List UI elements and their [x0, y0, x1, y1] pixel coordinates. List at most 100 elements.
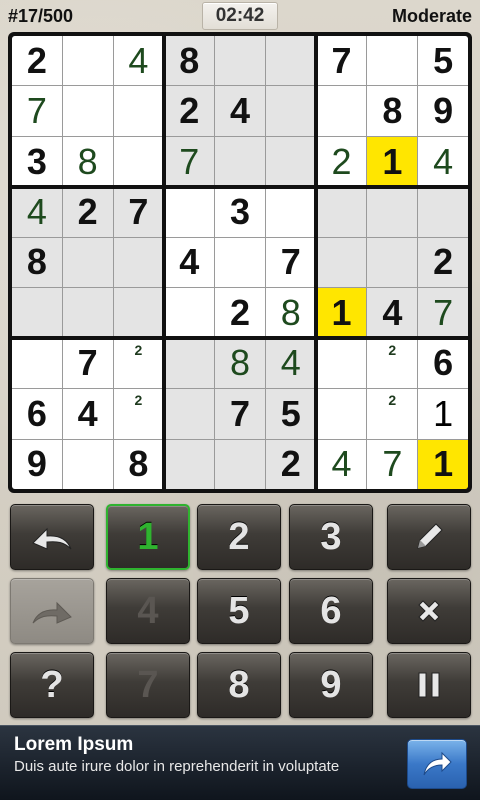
sudoku-cell[interactable]: 8: [12, 237, 62, 288]
pause-button[interactable]: [387, 652, 471, 718]
digit-button-6[interactable]: 6: [289, 578, 373, 644]
sudoku-cell[interactable]: [316, 338, 367, 389]
sudoku-cell[interactable]: [215, 439, 265, 489]
sudoku-cell[interactable]: [62, 288, 113, 338]
sudoku-cell[interactable]: [316, 187, 367, 237]
sudoku-cell[interactable]: 5: [265, 389, 316, 439]
sudoku-cell[interactable]: [62, 237, 113, 288]
sudoku-cell[interactable]: 4: [62, 389, 113, 439]
sudoku-cell[interactable]: 7: [113, 187, 164, 237]
sudoku-cell[interactable]: 8: [367, 86, 418, 136]
sudoku-cell[interactable]: [367, 187, 418, 237]
cell-value: 7: [229, 392, 250, 434]
sudoku-cell[interactable]: 2: [164, 86, 215, 136]
sudoku-cell[interactable]: 6: [12, 389, 62, 439]
sudoku-cell[interactable]: [367, 237, 418, 288]
sudoku-cell[interactable]: 3: [215, 187, 265, 237]
sudoku-cell[interactable]: [164, 389, 215, 439]
sudoku-cell[interactable]: 7: [62, 338, 113, 389]
sudoku-cell[interactable]: [113, 288, 164, 338]
sudoku-cell[interactable]: [316, 86, 367, 136]
sudoku-cell[interactable]: 2: [12, 36, 62, 86]
sudoku-cell[interactable]: 1: [418, 389, 468, 439]
sudoku-cell[interactable]: 7: [215, 389, 265, 439]
sudoku-cell[interactable]: [367, 36, 418, 86]
sudoku-cell[interactable]: 2: [367, 338, 418, 389]
digit-button-2[interactable]: 2: [197, 504, 281, 570]
digit-button-9[interactable]: 9: [289, 652, 373, 718]
digit-button-8[interactable]: 8: [197, 652, 281, 718]
sudoku-cell[interactable]: 8: [164, 36, 215, 86]
sudoku-cell[interactable]: 2: [215, 288, 265, 338]
sudoku-cell[interactable]: [164, 338, 215, 389]
sudoku-cell[interactable]: 7: [367, 439, 418, 489]
sudoku-cell[interactable]: [62, 439, 113, 489]
pencil-button[interactable]: [387, 504, 471, 570]
sudoku-cell[interactable]: [265, 187, 316, 237]
sudoku-cell[interactable]: 4: [164, 237, 215, 288]
sudoku-cell[interactable]: 2: [265, 439, 316, 489]
undo-button[interactable]: [10, 504, 94, 570]
sudoku-cell[interactable]: 4: [12, 187, 62, 237]
sudoku-cell[interactable]: [265, 86, 316, 136]
ad-open-button[interactable]: [407, 739, 467, 789]
sudoku-cell[interactable]: 4: [316, 439, 367, 489]
sudoku-cell[interactable]: [113, 136, 164, 187]
sudoku-cell[interactable]: [164, 439, 215, 489]
digit-button-1[interactable]: 1: [106, 504, 190, 570]
digit-button-3[interactable]: 3: [289, 504, 373, 570]
sudoku-cell[interactable]: 2: [367, 389, 418, 439]
sudoku-cell[interactable]: 1: [367, 136, 418, 187]
timer[interactable]: 02:42: [202, 2, 278, 30]
sudoku-cell[interactable]: [62, 86, 113, 136]
sudoku-cell[interactable]: 4: [367, 288, 418, 338]
digit-button-7[interactable]: 7: [106, 652, 190, 718]
sudoku-cell[interactable]: [215, 237, 265, 288]
sudoku-cell[interactable]: [164, 288, 215, 338]
sudoku-cell[interactable]: 7: [265, 237, 316, 288]
sudoku-cell[interactable]: 4: [215, 86, 265, 136]
sudoku-cell[interactable]: [215, 36, 265, 86]
sudoku-cell[interactable]: [113, 237, 164, 288]
sudoku-cell[interactable]: 8: [215, 338, 265, 389]
sudoku-cell[interactable]: [316, 389, 367, 439]
sudoku-cell[interactable]: 2: [62, 187, 113, 237]
sudoku-cell[interactable]: 3: [12, 136, 62, 187]
sudoku-cell[interactable]: 4: [113, 36, 164, 86]
sudoku-cell[interactable]: 2: [113, 389, 164, 439]
sudoku-cell[interactable]: 8: [265, 288, 316, 338]
sudoku-cell[interactable]: [418, 187, 468, 237]
sudoku-cell[interactable]: [62, 36, 113, 86]
sudoku-cell[interactable]: 7: [418, 288, 468, 338]
sudoku-cell[interactable]: [265, 136, 316, 187]
sudoku-cell[interactable]: 8: [113, 439, 164, 489]
digit-button-4[interactable]: 4: [106, 578, 190, 644]
sudoku-cell[interactable]: [265, 36, 316, 86]
sudoku-cell[interactable]: [316, 237, 367, 288]
sudoku-cell[interactable]: 4: [418, 136, 468, 187]
sudoku-cell[interactable]: 7: [12, 86, 62, 136]
sudoku-cell[interactable]: 7: [316, 36, 367, 86]
sudoku-cell[interactable]: 8: [62, 136, 113, 187]
sudoku-cell[interactable]: 2: [113, 338, 164, 389]
sudoku-cell[interactable]: 4: [265, 338, 316, 389]
sudoku-cell[interactable]: 2: [316, 136, 367, 187]
sudoku-cell[interactable]: [12, 288, 62, 338]
sudoku-cell[interactable]: 1: [316, 288, 367, 338]
redo-button[interactable]: [10, 578, 94, 644]
sudoku-cell[interactable]: 2: [418, 237, 468, 288]
sudoku-cell[interactable]: 9: [418, 86, 468, 136]
sudoku-cell[interactable]: [113, 86, 164, 136]
sudoku-cell[interactable]: [12, 338, 62, 389]
sudoku-cell[interactable]: 7: [164, 136, 215, 187]
sudoku-cell[interactable]: 1: [418, 439, 468, 489]
sudoku-cell[interactable]: [164, 187, 215, 237]
cell-value: 7: [382, 443, 403, 485]
erase-button[interactable]: [387, 578, 471, 644]
digit-button-5[interactable]: 5: [197, 578, 281, 644]
sudoku-cell[interactable]: 6: [418, 338, 468, 389]
sudoku-cell[interactable]: [215, 136, 265, 187]
hint-button[interactable]: ?: [10, 652, 94, 718]
sudoku-cell[interactable]: 9: [12, 439, 62, 489]
sudoku-cell[interactable]: 5: [418, 36, 468, 86]
